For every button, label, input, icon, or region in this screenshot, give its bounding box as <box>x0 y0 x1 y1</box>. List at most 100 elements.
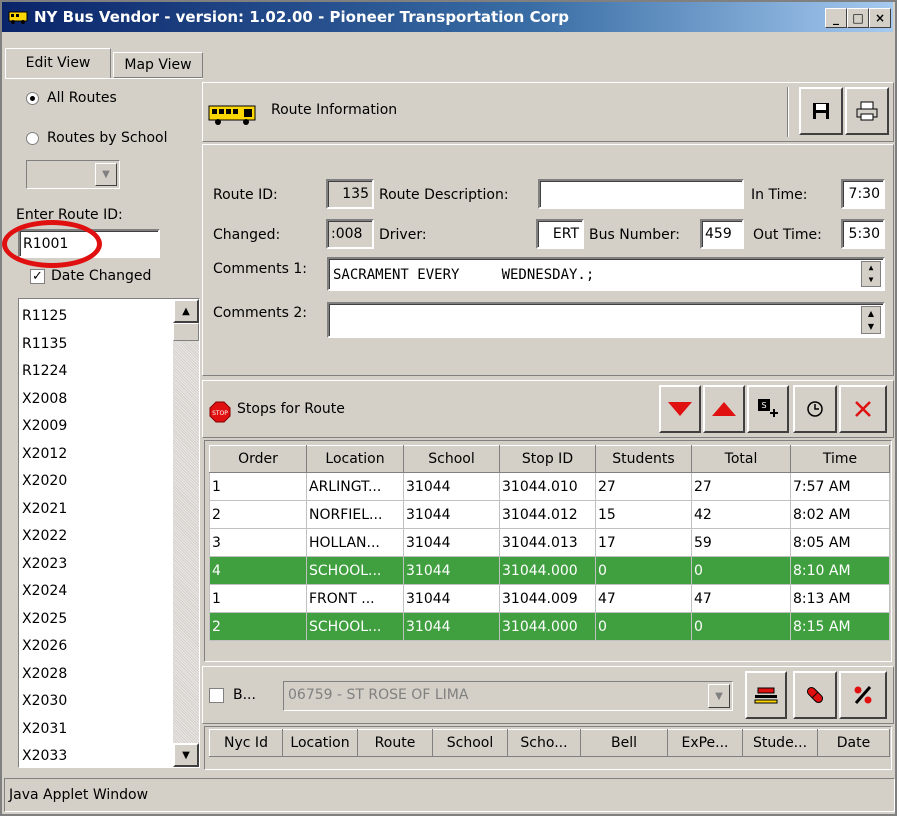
table-row[interactable]: 1 FRONT ... 31044 31044.009 47 47 8:13 AM <box>209 584 890 613</box>
column-header[interactable]: Students <box>595 445 692 473</box>
arrow-up-icon <box>712 402 736 416</box>
column-header[interactable]: Stop ID <box>499 445 596 473</box>
column-header[interactable]: Bell <box>580 729 668 757</box>
list-scrollbar[interactable]: ▲ ▼ <box>173 299 199 767</box>
list-item[interactable]: X2009 <box>19 413 169 441</box>
column-header[interactable]: Scho... <box>507 729 581 757</box>
list-item[interactable]: X2030 <box>19 688 169 716</box>
table-cell-total: 0 <box>691 612 791 641</box>
move-up-button[interactable] <box>703 385 745 433</box>
list-item[interactable]: X2033 <box>19 743 169 767</box>
tab-edit-view[interactable]: Edit View <box>5 48 111 78</box>
close-button[interactable]: × <box>869 8 891 28</box>
table-cell-total: 27 <box>691 472 791 501</box>
comments-2-field[interactable]: ▲ ▼ <box>327 302 885 338</box>
scroll-thumb[interactable] <box>173 323 199 341</box>
table-cell-time: 8:10 AM <box>790 556 890 585</box>
chevron-down-icon[interactable]: ▼ <box>95 163 117 186</box>
column-header[interactable]: School <box>403 445 500 473</box>
radio-all-routes[interactable]: All Routes <box>26 90 117 106</box>
route-id-field[interactable]: 135 <box>326 179 374 209</box>
scroll-down-button[interactable]: ▼ <box>173 743 199 767</box>
stops-header: STOP Stops for Route S <box>202 380 894 438</box>
pill-button[interactable] <box>793 671 837 719</box>
column-header[interactable]: ExPe... <box>667 729 743 757</box>
scroll-up-button[interactable]: ▲ <box>173 299 199 323</box>
list-item[interactable]: X2028 <box>19 661 169 689</box>
table-row[interactable]: 2 NORFIEL... 31044 31044.012 15 42 8:02 AM <box>209 500 890 529</box>
tab-map-view-label: Map View <box>124 57 192 73</box>
list-item[interactable]: X2026 <box>19 633 169 661</box>
list-item[interactable]: X2031 <box>19 716 169 744</box>
time-button[interactable] <box>793 385 837 433</box>
column-header[interactable]: Date <box>817 729 890 757</box>
list-item[interactable]: X2020 <box>19 468 169 496</box>
table-cell-order: 1 <box>209 584 307 613</box>
list-item[interactable]: X2023 <box>19 551 169 579</box>
route-info-title: Route Information <box>271 102 398 118</box>
column-header[interactable]: Nyc Id <box>209 729 283 757</box>
delete-stop-button[interactable] <box>839 385 887 433</box>
column-header[interactable]: Order <box>209 445 307 473</box>
column-header[interactable]: Location <box>306 445 404 473</box>
table-cell-order: 1 <box>209 472 307 501</box>
move-down-button[interactable] <box>659 385 701 433</box>
percent-button[interactable] <box>839 671 887 719</box>
route-list[interactable]: R1125 R1135 R1224 X2008 X2009 X2012 X2020 X2021… <box>18 298 200 768</box>
column-header[interactable]: School <box>432 729 508 757</box>
table-cell-total: 42 <box>691 500 791 529</box>
school-select[interactable]: 06759 - ST ROSE OF LIMA ▼ <box>283 681 733 711</box>
bell-schedule-icon <box>754 687 778 704</box>
out-time-field[interactable]: 5:30 <box>841 219 885 249</box>
driver-field[interactable]: ERT <box>536 219 584 249</box>
list-item[interactable]: X2008 <box>19 386 169 414</box>
bell-checkbox[interactable] <box>209 688 224 703</box>
table-cell-time: 8:15 AM <box>790 612 890 641</box>
school-dropdown[interactable]: ▼ <box>26 160 120 189</box>
radio-routes-by-school-dot[interactable] <box>26 131 39 145</box>
maximize-button[interactable]: □ <box>847 8 869 28</box>
delete-x-icon <box>855 401 871 417</box>
radio-all-routes-dot[interactable] <box>26 91 39 105</box>
bell-schedule-button[interactable] <box>745 671 787 719</box>
comments-1-field[interactable]: SACRAMENT EVERY WEDNESDAY.; ▲ ▼ <box>327 257 885 291</box>
add-stop-button[interactable]: S <box>747 385 789 433</box>
list-item[interactable]: X2021 <box>19 496 169 524</box>
table-row[interactable]: 4 SCHOOL... 31044 31044.000 0 0 8:10 AM <box>209 556 890 585</box>
tab-map-view[interactable]: Map View <box>113 52 203 78</box>
table-cell-school: 31044 <box>403 472 500 501</box>
table-row[interactable]: 3 HOLLAN... 31044 31044.013 17 59 8:05 AM <box>209 528 890 557</box>
chevron-down-icon[interactable]: ▼ <box>708 684 730 708</box>
list-item[interactable]: R1135 <box>19 331 169 359</box>
in-time-field[interactable]: 7:30 <box>841 179 885 209</box>
column-header[interactable]: Total <box>691 445 791 473</box>
list-item[interactable]: X2012 <box>19 441 169 469</box>
route-description-field[interactable] <box>538 179 744 209</box>
table-cell-total: 59 <box>691 528 791 557</box>
list-item[interactable]: X2022 <box>19 523 169 551</box>
column-header[interactable]: Stude... <box>742 729 818 757</box>
comments-2-spinner[interactable]: ▲ ▼ <box>861 306 881 334</box>
table-cell-time: 7:57 AM <box>790 472 890 501</box>
bus-number-field[interactable]: 459 <box>700 219 744 249</box>
list-item[interactable]: R1224 <box>19 358 169 386</box>
list-item[interactable]: X2024 <box>19 578 169 606</box>
table-row[interactable]: 2 SCHOOL... 31044 31044.000 0 0 8:15 AM <box>209 612 890 641</box>
print-button[interactable] <box>845 87 889 135</box>
column-header[interactable]: Location <box>282 729 358 757</box>
checkbox-checked-icon[interactable]: ✓ <box>30 268 45 284</box>
list-item[interactable]: R1125 <box>19 303 169 331</box>
title-bar[interactable]: NY Bus Vendor - version: 1.02.00 - Pione… <box>2 2 893 32</box>
list-item[interactable]: X2025 <box>19 606 169 634</box>
radio-routes-by-school[interactable]: Routes by School <box>26 130 167 146</box>
save-button[interactable] <box>799 87 843 135</box>
column-header[interactable]: Time <box>790 445 890 473</box>
date-changed-checkbox[interactable]: ✓ Date Changed <box>30 268 151 284</box>
table-row[interactable]: 1 ARLINGT... 31044 31044.010 27 27 7:57 AM <box>209 472 890 501</box>
separator <box>787 87 789 137</box>
minimize-button[interactable]: _ <box>825 8 847 28</box>
comments-1-spinner[interactable]: ▲ ▼ <box>861 261 881 287</box>
column-header[interactable]: Route <box>357 729 433 757</box>
in-time-label: In Time: <box>751 187 808 203</box>
changed-field[interactable]: :008 <box>326 219 374 249</box>
